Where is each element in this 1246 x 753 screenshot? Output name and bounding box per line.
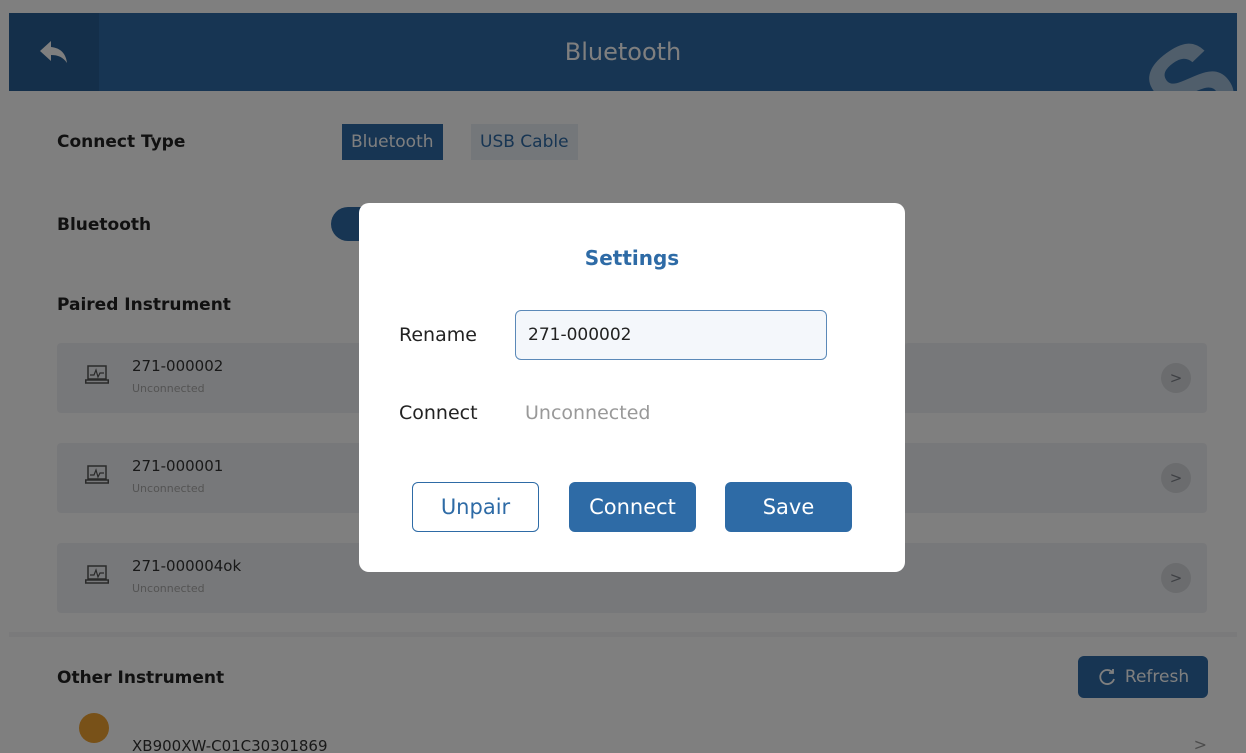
connect-button[interactable]: Connect [569,482,696,532]
rename-input[interactable] [515,310,827,360]
connection-status: Unconnected [525,402,651,424]
rename-label: Rename [399,324,477,346]
save-button[interactable]: Save [725,482,852,532]
settings-dialog: Settings Rename Connect Unconnected Unpa… [359,203,905,572]
dialog-title: Settings [584,246,680,270]
unpair-button[interactable]: Unpair [412,482,539,532]
connect-label: Connect [399,402,478,424]
